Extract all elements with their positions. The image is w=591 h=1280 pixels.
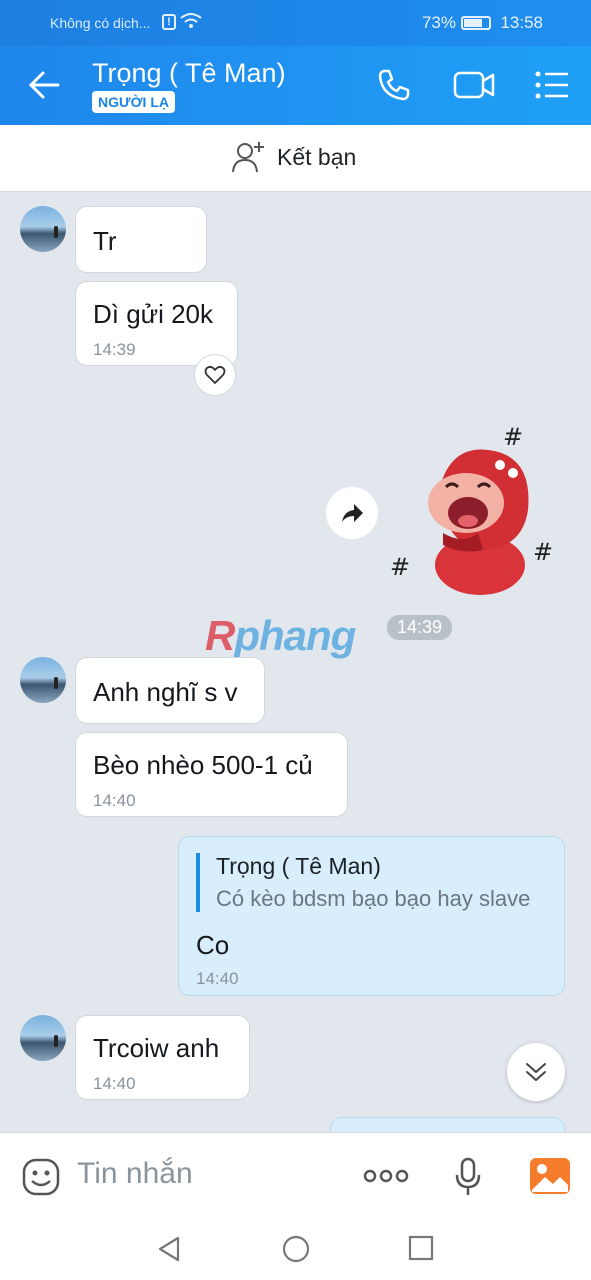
phone-icon[interactable] bbox=[377, 68, 411, 102]
laughing-red-hood-sticker[interactable]: # # # bbox=[388, 425, 568, 600]
message-bubble[interactable]: Anh nghĩ s v bbox=[75, 657, 265, 724]
gallery-image-icon[interactable] bbox=[529, 1157, 571, 1195]
message-time: 14:40 bbox=[196, 969, 239, 988]
wifi-icon bbox=[180, 13, 202, 28]
message-time: 14:40 bbox=[93, 791, 136, 810]
nav-home-icon[interactable] bbox=[282, 1235, 310, 1263]
nav-back-icon[interactable] bbox=[156, 1235, 182, 1263]
status-bar: Không có dịch... ! 73% 13:58 bbox=[0, 0, 591, 46]
microphone-icon[interactable] bbox=[454, 1157, 482, 1197]
react-heart-button[interactable] bbox=[194, 354, 236, 396]
menu-list-icon[interactable] bbox=[534, 68, 570, 102]
video-call-icon[interactable] bbox=[453, 68, 495, 102]
message-time: 14:40 bbox=[93, 1074, 136, 1093]
avatar[interactable] bbox=[20, 206, 66, 252]
add-friend-bar[interactable]: Kết bạn bbox=[0, 125, 591, 192]
chat-header: Trọng ( Tê Man) NGƯỜI LẠ bbox=[0, 46, 591, 125]
watermark-rest: phang bbox=[234, 612, 356, 659]
add-friend-label: Kết bạn bbox=[277, 143, 357, 170]
double-chevron-down-icon bbox=[526, 1063, 546, 1081]
message-bubble[interactable]: Bèo nhèo 500-1 củ 14:40 bbox=[75, 732, 348, 817]
message-input[interactable]: Tin nhắn bbox=[77, 1157, 193, 1191]
battery-icon bbox=[461, 16, 491, 30]
message-text: Co bbox=[196, 930, 230, 960]
clock: 13:58 bbox=[500, 13, 543, 32]
message-bubble[interactable]: Tr bbox=[75, 206, 207, 273]
reply-quote[interactable]: Trọng ( Tê Man) Có kèo bdsm bạo bạo hay … bbox=[196, 853, 530, 912]
carrier-text: Không có dịch... bbox=[50, 15, 151, 31]
add-person-icon bbox=[232, 142, 264, 173]
emoji-sticker-icon[interactable] bbox=[22, 1158, 60, 1196]
message-bubble[interactable]: Trcoiw anh 14:40 bbox=[75, 1015, 250, 1100]
svg-text:#: # bbox=[503, 425, 523, 451]
watermark-initial: R bbox=[205, 612, 235, 659]
sticker-time: 14:39 bbox=[387, 615, 453, 640]
message-text: Bèo nhèo 500-1 củ bbox=[93, 750, 313, 780]
my-message-bubble[interactable]: Trọng ( Tê Man) Có kèo bdsm bạo bạo hay … bbox=[178, 836, 565, 996]
heart-icon bbox=[204, 365, 226, 384]
watermark-logo: Rphang bbox=[205, 612, 356, 660]
message-text: Dì gửi 20k bbox=[93, 299, 214, 329]
svg-text:#: # bbox=[533, 538, 553, 566]
avatar[interactable] bbox=[20, 657, 66, 703]
forward-button[interactable] bbox=[326, 487, 378, 539]
nav-recents-icon[interactable] bbox=[408, 1235, 434, 1261]
system-nav-bar bbox=[0, 1218, 591, 1280]
avatar[interactable] bbox=[20, 1015, 66, 1061]
more-options-icon[interactable] bbox=[363, 1169, 409, 1183]
share-arrow-icon bbox=[342, 504, 363, 522]
message-text: Tr bbox=[93, 226, 117, 256]
battery-level-fill bbox=[464, 19, 482, 27]
quote-text: Có kèo bdsm bạo bạo hay slave bbox=[216, 886, 531, 911]
battery-percent: 73% bbox=[421, 13, 456, 32]
scroll-to-bottom-button[interactable] bbox=[507, 1043, 565, 1101]
message-time: 14:39 bbox=[93, 340, 136, 359]
quote-author: Trọng ( Tê Man) bbox=[216, 853, 381, 879]
back-arrow-icon[interactable] bbox=[28, 70, 60, 100]
message-input-bar: Tin nhắn bbox=[0, 1132, 591, 1218]
stranger-badge: NGƯỜI LẠ bbox=[92, 91, 175, 113]
message-text: Anh nghĩ s v bbox=[93, 677, 238, 707]
contact-name[interactable]: Trọng ( Tê Man) bbox=[92, 58, 286, 89]
svg-text:#: # bbox=[390, 553, 410, 581]
no-sim-warning-icon: ! bbox=[162, 14, 176, 30]
message-text: Trcoiw anh bbox=[93, 1033, 220, 1063]
